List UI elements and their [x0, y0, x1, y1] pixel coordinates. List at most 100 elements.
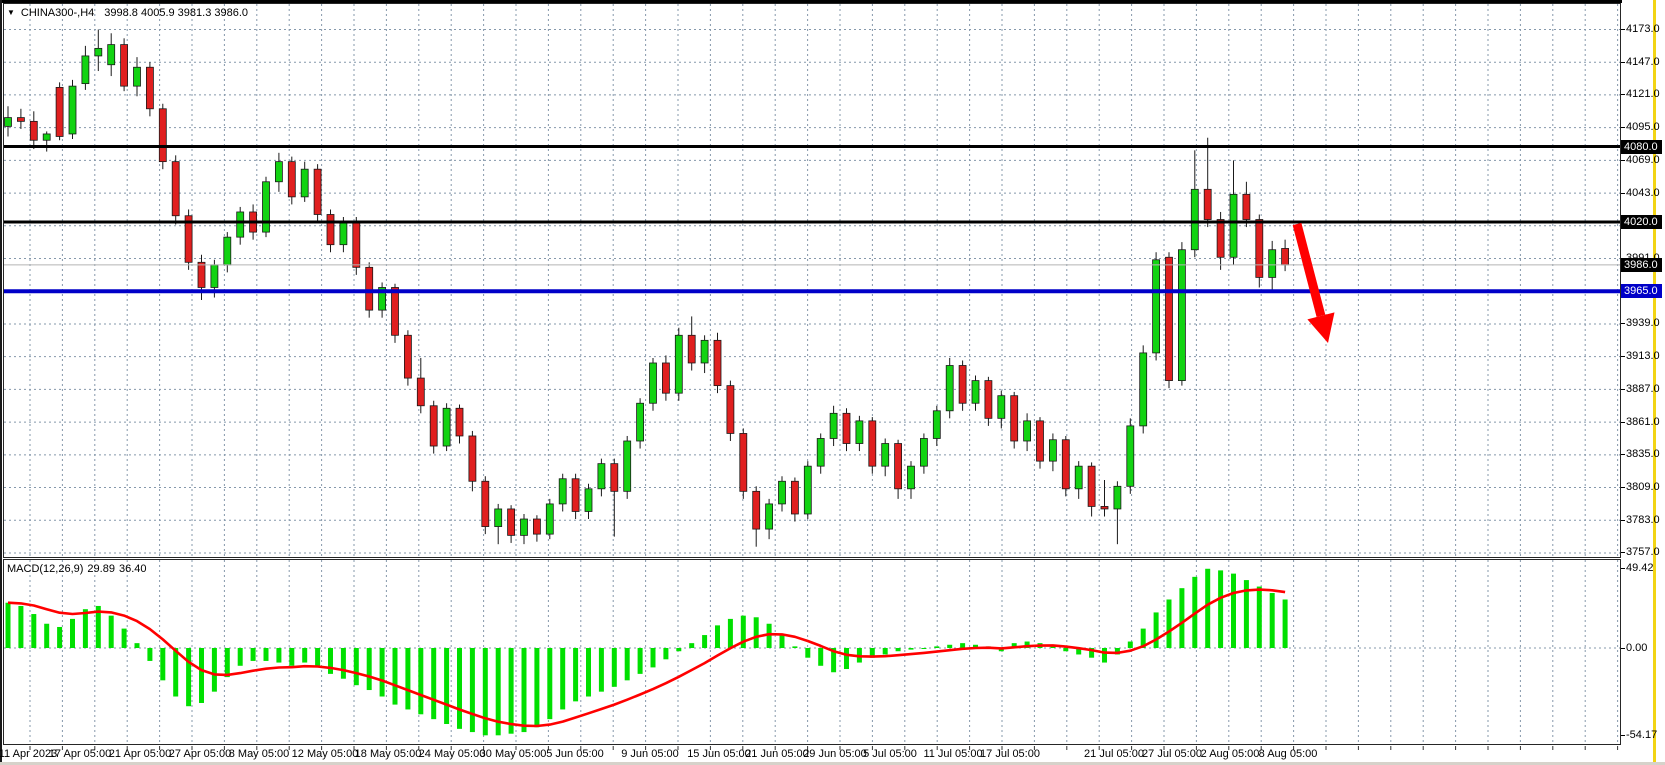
macd-histogram-bar: [264, 648, 269, 661]
candle-body-bear: [1101, 506, 1108, 509]
candle-body-bull: [624, 441, 631, 491]
candle: [327, 209, 334, 252]
macd-histogram-bar: [328, 648, 333, 674]
collapse-arrow-icon[interactable]: ▼: [7, 8, 15, 17]
candle: [1204, 138, 1211, 227]
candle: [779, 476, 786, 511]
trend-arrow-shaft[interactable]: [1297, 224, 1321, 316]
candle: [998, 391, 1005, 429]
price-tick-mark: [1621, 160, 1625, 161]
macd-histogram-bar: [483, 648, 488, 735]
macd-histogram-bar: [393, 648, 398, 705]
candle: [766, 499, 773, 539]
macd-histogram-bar: [302, 648, 307, 663]
macd-params-label: MACD(12,26,9): [7, 563, 83, 575]
candle-body-bull: [301, 169, 308, 197]
macd-histogram-bar: [625, 648, 630, 680]
candle: [637, 398, 644, 448]
candle-body-bull: [675, 335, 682, 393]
candle-body-bull: [443, 408, 450, 446]
grid: [4, 4, 1620, 744]
macd-histogram-bar: [44, 624, 49, 648]
macd-histogram-bar: [921, 648, 926, 649]
macd-histogram-bar: [676, 648, 681, 651]
candle: [1075, 461, 1082, 499]
price-tick-label: 3887.0: [1626, 383, 1660, 395]
candle: [624, 436, 631, 499]
macd-histogram-bar: [57, 627, 62, 648]
candle-body-bear: [688, 335, 695, 363]
macd-histogram-bar: [1128, 642, 1133, 648]
candle: [572, 474, 579, 519]
macd-histogram-bar: [560, 648, 565, 709]
candle: [134, 57, 141, 96]
price-tick-mark: [1621, 62, 1625, 63]
macd-histogram-bar: [780, 635, 785, 648]
time-label: 5 Jun 05:00: [546, 748, 604, 760]
price-tick-mark: [1621, 193, 1625, 194]
candle-body-bull: [920, 438, 927, 466]
candle: [237, 207, 244, 245]
candle-body-bear: [572, 479, 579, 512]
candle: [908, 461, 915, 499]
candle: [288, 157, 295, 205]
macd-histogram-bar: [31, 614, 36, 648]
candle: [546, 499, 553, 539]
macd-histogram-bar: [83, 609, 88, 648]
macd-histogram-bar: [147, 648, 152, 661]
candle-body-bull: [43, 134, 50, 140]
candle-body-bear: [508, 509, 515, 535]
candle-body-bull: [1269, 250, 1276, 278]
candle: [972, 376, 979, 411]
candle-body-bull: [263, 182, 270, 232]
candle-body-bear: [533, 519, 540, 534]
macd-histogram-bar: [547, 648, 552, 719]
chart-canvas: [0, 0, 1665, 765]
candle: [1243, 182, 1250, 227]
candles-series: [5, 30, 1289, 547]
chart-title: ▼CHINA300-,H43998.8 4005.9 3981.3 3986.0: [7, 7, 248, 19]
candle-body-bull: [224, 237, 231, 265]
macd-histogram-bar: [6, 603, 11, 648]
candle: [662, 355, 669, 400]
candle-body-bear: [482, 481, 489, 526]
macd-histogram-bar: [122, 629, 127, 648]
candle: [121, 38, 128, 91]
candle: [456, 405, 463, 444]
candle: [314, 164, 321, 222]
candle-body-bear: [895, 444, 902, 489]
candle-body-bull: [598, 464, 605, 489]
macd-indicator-label: MACD(12,26,9)29.8936.40: [7, 563, 150, 575]
price-tick-mark: [1621, 520, 1625, 521]
candle-body-bull: [637, 403, 644, 441]
candle: [817, 433, 824, 473]
macd-histogram-bar: [1063, 648, 1068, 651]
candle: [17, 109, 24, 129]
macd-histogram-bar: [199, 648, 204, 703]
candle-body-bull: [237, 212, 244, 237]
price-badge: 4020.0: [1621, 215, 1662, 229]
macd-histogram-bar: [1218, 570, 1223, 648]
candle-body-bear: [843, 413, 850, 443]
price-tick-mark: [1621, 94, 1625, 95]
window-top-border: [0, 0, 1622, 3]
candle-body-bull: [495, 509, 502, 527]
candle: [559, 474, 566, 512]
candle-body-bull: [211, 265, 218, 288]
macd-histogram-bar: [457, 648, 462, 729]
candle-body-bull: [908, 466, 915, 489]
macd-signal-value: 36.40: [119, 563, 147, 575]
candle-body-bear: [727, 386, 734, 434]
trend-arrow[interactable]: [1297, 224, 1335, 343]
candle-body-bull: [108, 45, 115, 65]
price-tick-mark: [1621, 127, 1625, 128]
trend-arrow-head[interactable]: [1307, 312, 1334, 343]
macd-histogram-bar: [651, 648, 656, 667]
macd-scale-label: 0.00: [1626, 642, 1647, 654]
candle: [920, 433, 927, 473]
candle: [82, 46, 89, 90]
candle-body-bull: [1153, 260, 1160, 353]
macd-histogram-bar: [909, 648, 914, 650]
macd-histogram-bar: [1205, 569, 1210, 648]
candle: [417, 358, 424, 413]
